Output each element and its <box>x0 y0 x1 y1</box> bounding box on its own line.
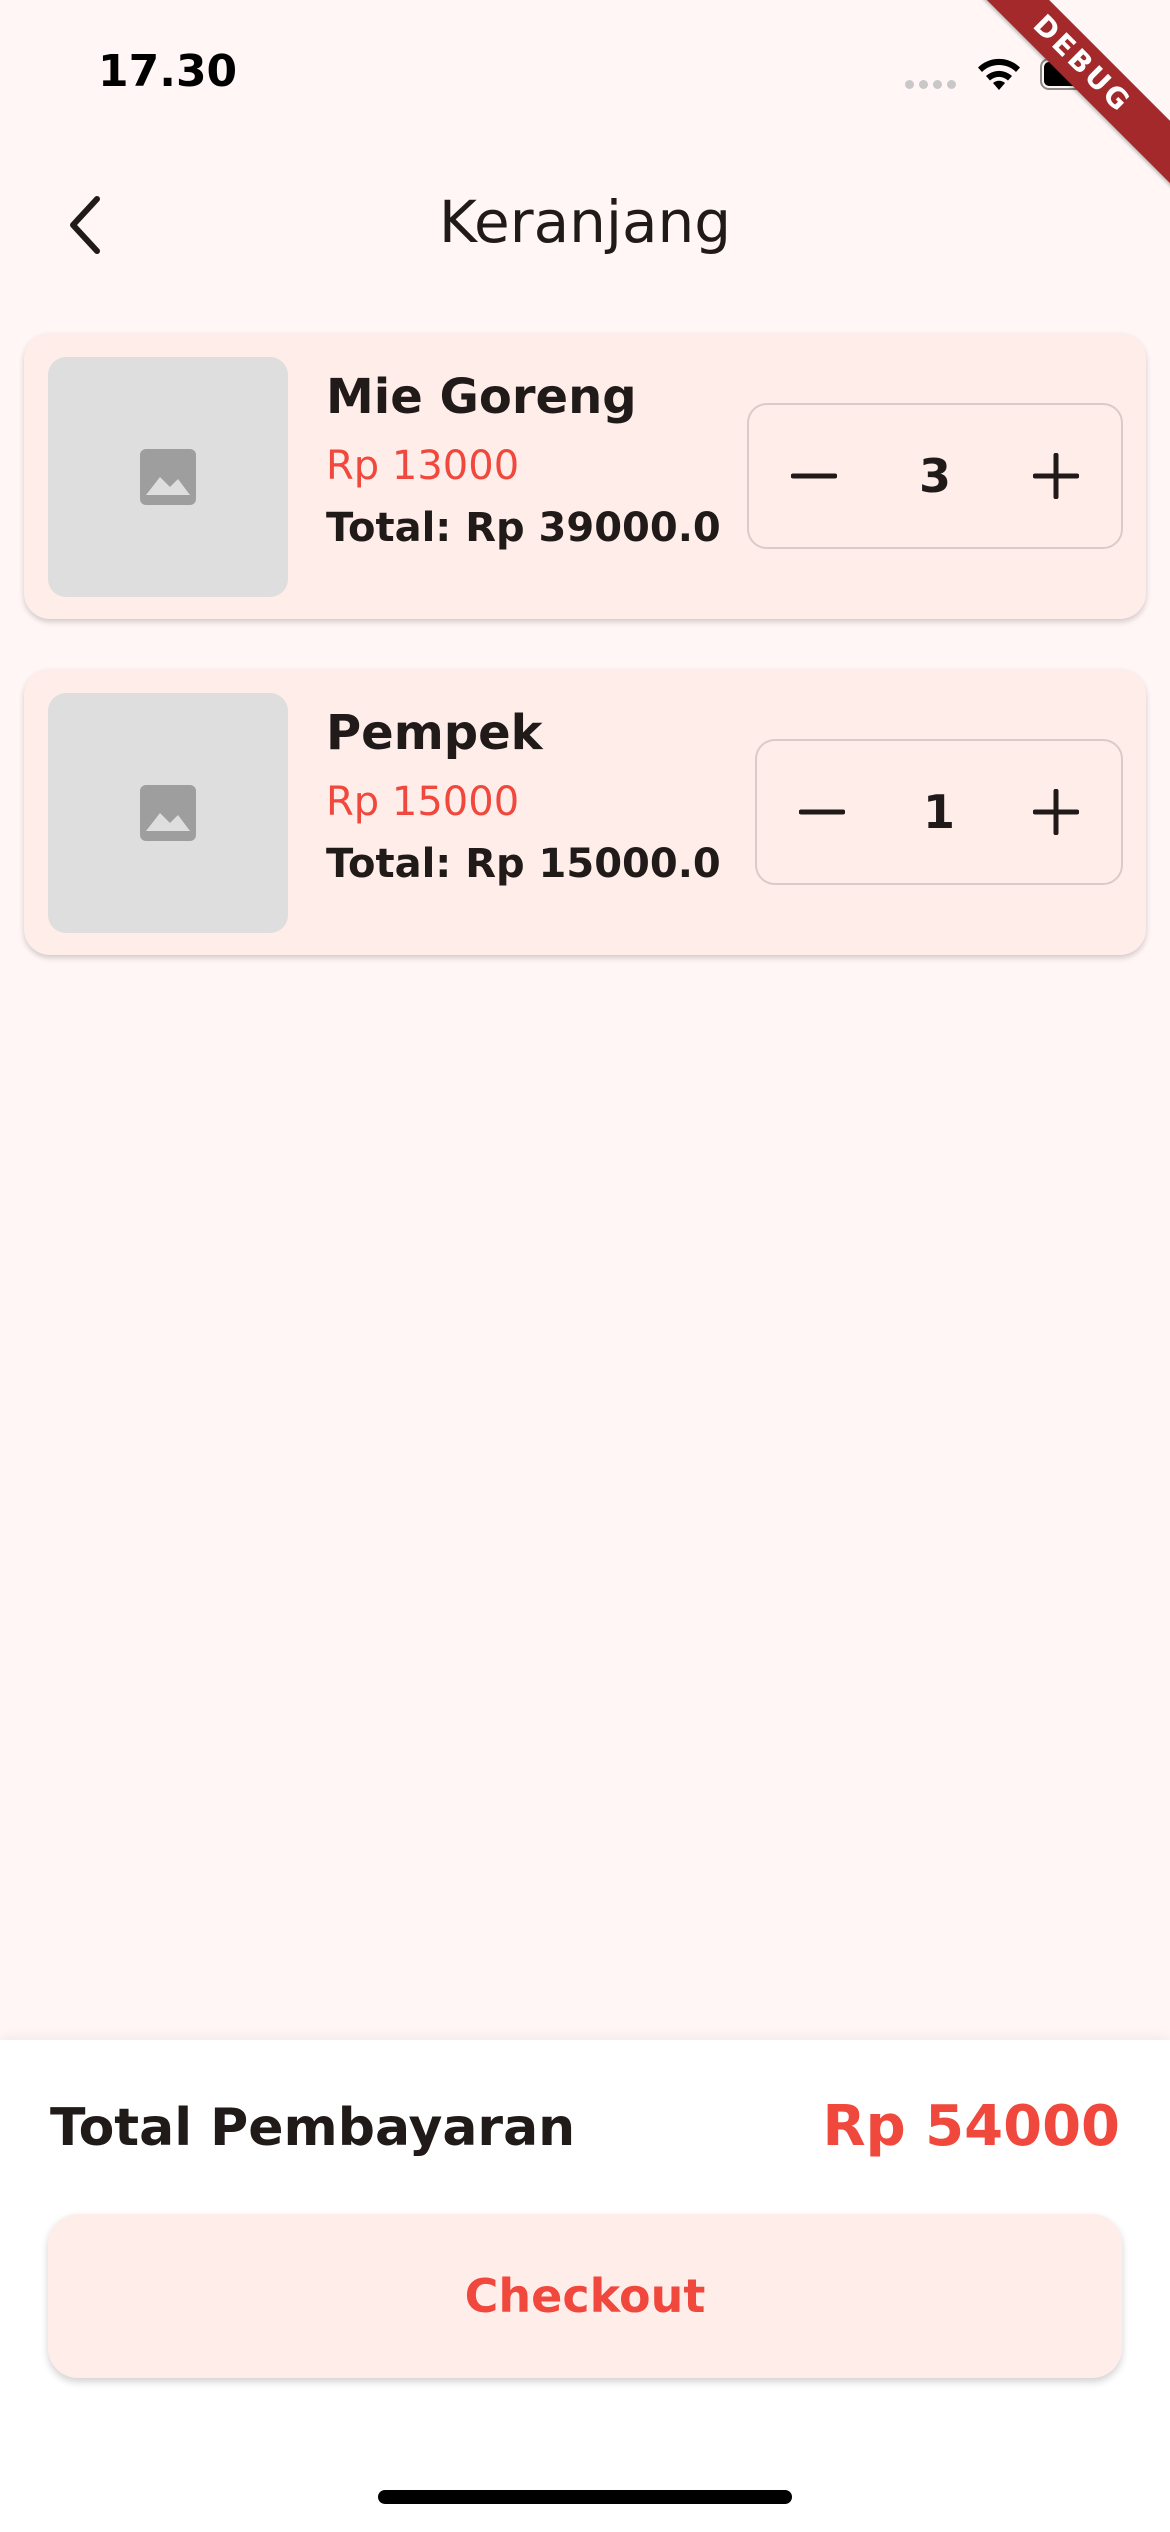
page-title: Keranjang <box>438 188 732 256</box>
item-name: Mie Goreng <box>326 369 637 425</box>
minus-icon <box>799 809 845 815</box>
item-price: Rp 15000 <box>326 779 520 825</box>
decrease-button[interactable] <box>771 433 857 519</box>
payment-summary: Total Pembayaran Rp 54000 Checkout <box>0 2040 1170 2532</box>
item-info: Pempek Rp 15000 Total: Rp 15000.0 <box>326 705 721 887</box>
quantity-value: 3 <box>918 449 951 503</box>
item-price: Rp 13000 <box>326 443 520 489</box>
cart-list: Mie Goreng Rp 13000 Total: Rp 39000.0 3 <box>24 333 1146 1005</box>
item-image <box>48 357 288 597</box>
decrease-button[interactable] <box>779 769 865 855</box>
item-info: Mie Goreng Rp 13000 Total: Rp 39000.0 <box>326 369 721 551</box>
plus-icon <box>1033 789 1079 835</box>
home-indicator[interactable] <box>378 2490 792 2504</box>
increase-button[interactable] <box>1013 769 1099 855</box>
minus-icon <box>791 473 837 479</box>
quantity-value: 1 <box>922 785 955 839</box>
status-bar: 17.30 <box>0 0 1170 150</box>
total-value: Rp 54000 <box>822 2094 1120 2159</box>
status-time: 17.30 <box>98 46 238 97</box>
cart-item: Mie Goreng Rp 13000 Total: Rp 39000.0 3 <box>24 333 1146 619</box>
checkout-button[interactable]: Checkout <box>48 2214 1122 2378</box>
item-name: Pempek <box>326 705 543 761</box>
total-label: Total Pembayaran <box>50 2098 576 2158</box>
image-placeholder-icon <box>140 785 196 841</box>
image-placeholder-icon <box>140 449 196 505</box>
plus-icon <box>1033 453 1079 499</box>
app-bar: Keranjang <box>0 150 1170 300</box>
quantity-stepper: 1 <box>755 739 1123 885</box>
increase-button[interactable] <box>1013 433 1099 519</box>
wifi-icon <box>978 58 1020 90</box>
item-total: Total: Rp 39000.0 <box>326 505 721 551</box>
item-total: Total: Rp 15000.0 <box>326 841 721 887</box>
cart-item: Pempek Rp 15000 Total: Rp 15000.0 1 <box>24 669 1146 955</box>
item-image <box>48 693 288 933</box>
signal-icon <box>905 80 957 90</box>
quantity-stepper: 3 <box>747 403 1123 549</box>
